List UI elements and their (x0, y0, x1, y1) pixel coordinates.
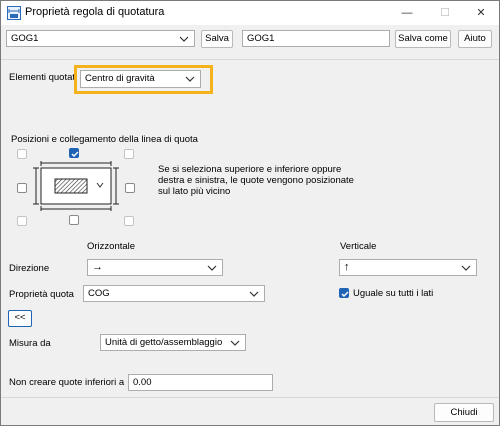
vertical-heading: Verticale (340, 241, 377, 252)
checkbox-right[interactable] (125, 183, 135, 193)
chevron-down-icon (179, 36, 189, 42)
checkbox-top[interactable] (69, 148, 79, 158)
app-icon (7, 6, 21, 20)
chevron-down-icon (461, 265, 471, 271)
checkbox-bottom-right[interactable] (124, 216, 134, 226)
measure-from-value: Unità di getto/assemblaggio (105, 337, 223, 348)
preset-select-value: GOG1 (11, 33, 39, 44)
min-dimension-input[interactable]: 0.00 (128, 374, 273, 391)
elements-label: Elementi quotati (9, 72, 78, 83)
dialog-window: Proprietà regola di quotatura — ☐ ✕ GOG1… (0, 0, 500, 426)
dimension-property-label: Proprietà quota (9, 289, 74, 300)
preset-select[interactable]: GOG1 (6, 30, 195, 47)
checkbox-top-right[interactable] (124, 149, 134, 159)
checkmark-icon (71, 151, 79, 157)
checkmark-icon (341, 291, 349, 297)
save-button[interactable]: Salva (201, 30, 233, 48)
help-line: destra e sinistra, le quote vengono posi… (158, 175, 354, 186)
help-line: Se si seleziona superiore e inferiore op… (158, 164, 342, 175)
chevron-down-icon (249, 291, 259, 297)
checkbox-left[interactable] (17, 183, 27, 193)
close-window-button[interactable]: ✕ (461, 1, 500, 25)
collapse-button[interactable]: << (8, 310, 32, 327)
close-button[interactable]: Chiudi (434, 403, 494, 422)
measure-from-label: Misura da (9, 338, 51, 349)
horizontal-heading: Orizzontale (87, 241, 136, 252)
maximize-button[interactable]: ☐ (425, 1, 465, 25)
chevron-down-icon (207, 265, 217, 271)
title-bar: Proprietà regola di quotatura — ☐ ✕ (1, 1, 499, 25)
divider (1, 397, 499, 398)
help-button[interactable]: Aiuto (458, 30, 492, 48)
min-dimension-label: Non creare quote inferiori a (9, 377, 125, 388)
help-line: sul lato più vicino (158, 186, 231, 197)
chevron-down-icon (185, 76, 195, 82)
vertical-direction-select[interactable]: ↑ (339, 259, 477, 276)
measure-from-select[interactable]: Unità di getto/assemblaggio (100, 334, 246, 351)
vertical-direction-value: ↑ (344, 261, 350, 273)
checkbox-top-left[interactable] (17, 149, 27, 159)
elements-select[interactable]: Centro di gravità (80, 70, 201, 88)
minimize-button[interactable]: — (387, 1, 427, 25)
horizontal-direction-select[interactable]: → (87, 259, 223, 276)
horizontal-direction-value: → (92, 261, 103, 273)
dimension-property-select[interactable]: COG (83, 285, 265, 302)
dimension-position-diagram (33, 161, 119, 211)
save-as-name-input[interactable]: GOG1 (242, 30, 390, 47)
elements-select-value: Centro di gravità (85, 73, 155, 84)
window-title: Proprietà regola di quotatura (25, 6, 165, 18)
checkbox-bottom-left[interactable] (17, 216, 27, 226)
save-as-button[interactable]: Salva come (395, 30, 451, 48)
positions-heading: Posizioni e collegamento della linea di … (11, 134, 198, 145)
same-all-sides-label: Uguale su tutti i lati (353, 288, 434, 299)
dimension-property-value: COG (88, 288, 110, 299)
direction-label: Direzione (9, 263, 50, 274)
chevron-down-icon (230, 340, 240, 346)
checkbox-bottom[interactable] (69, 215, 79, 225)
divider (1, 59, 499, 60)
positions-help-text: Se si seleziona superiore e inferiore op… (158, 164, 358, 197)
same-all-sides-checkbox[interactable] (339, 288, 349, 298)
